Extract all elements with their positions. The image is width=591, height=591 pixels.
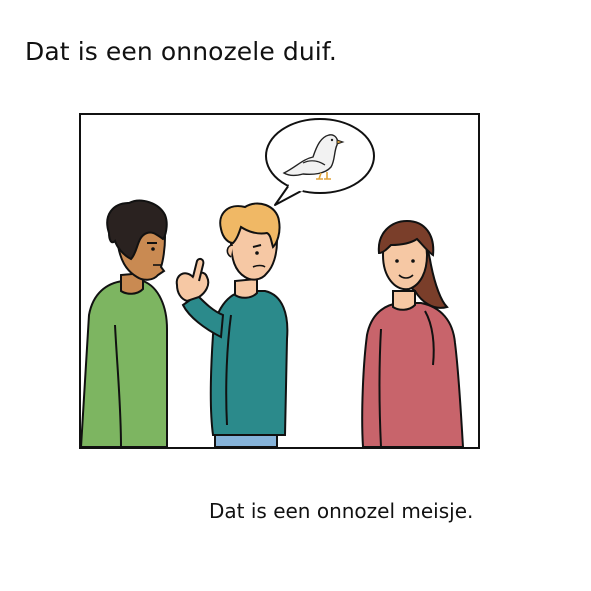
person-middle [175,202,289,447]
panel-illustration [81,118,465,447]
dove-speech-bubble-icon [265,118,375,206]
person-left [81,199,168,447]
top-sentence: Dat is een onnozele duif. [25,37,337,66]
comic-panel [79,113,480,449]
person-right [361,219,465,447]
bottom-sentence: Dat is een onnozel meisje. [209,499,474,523]
